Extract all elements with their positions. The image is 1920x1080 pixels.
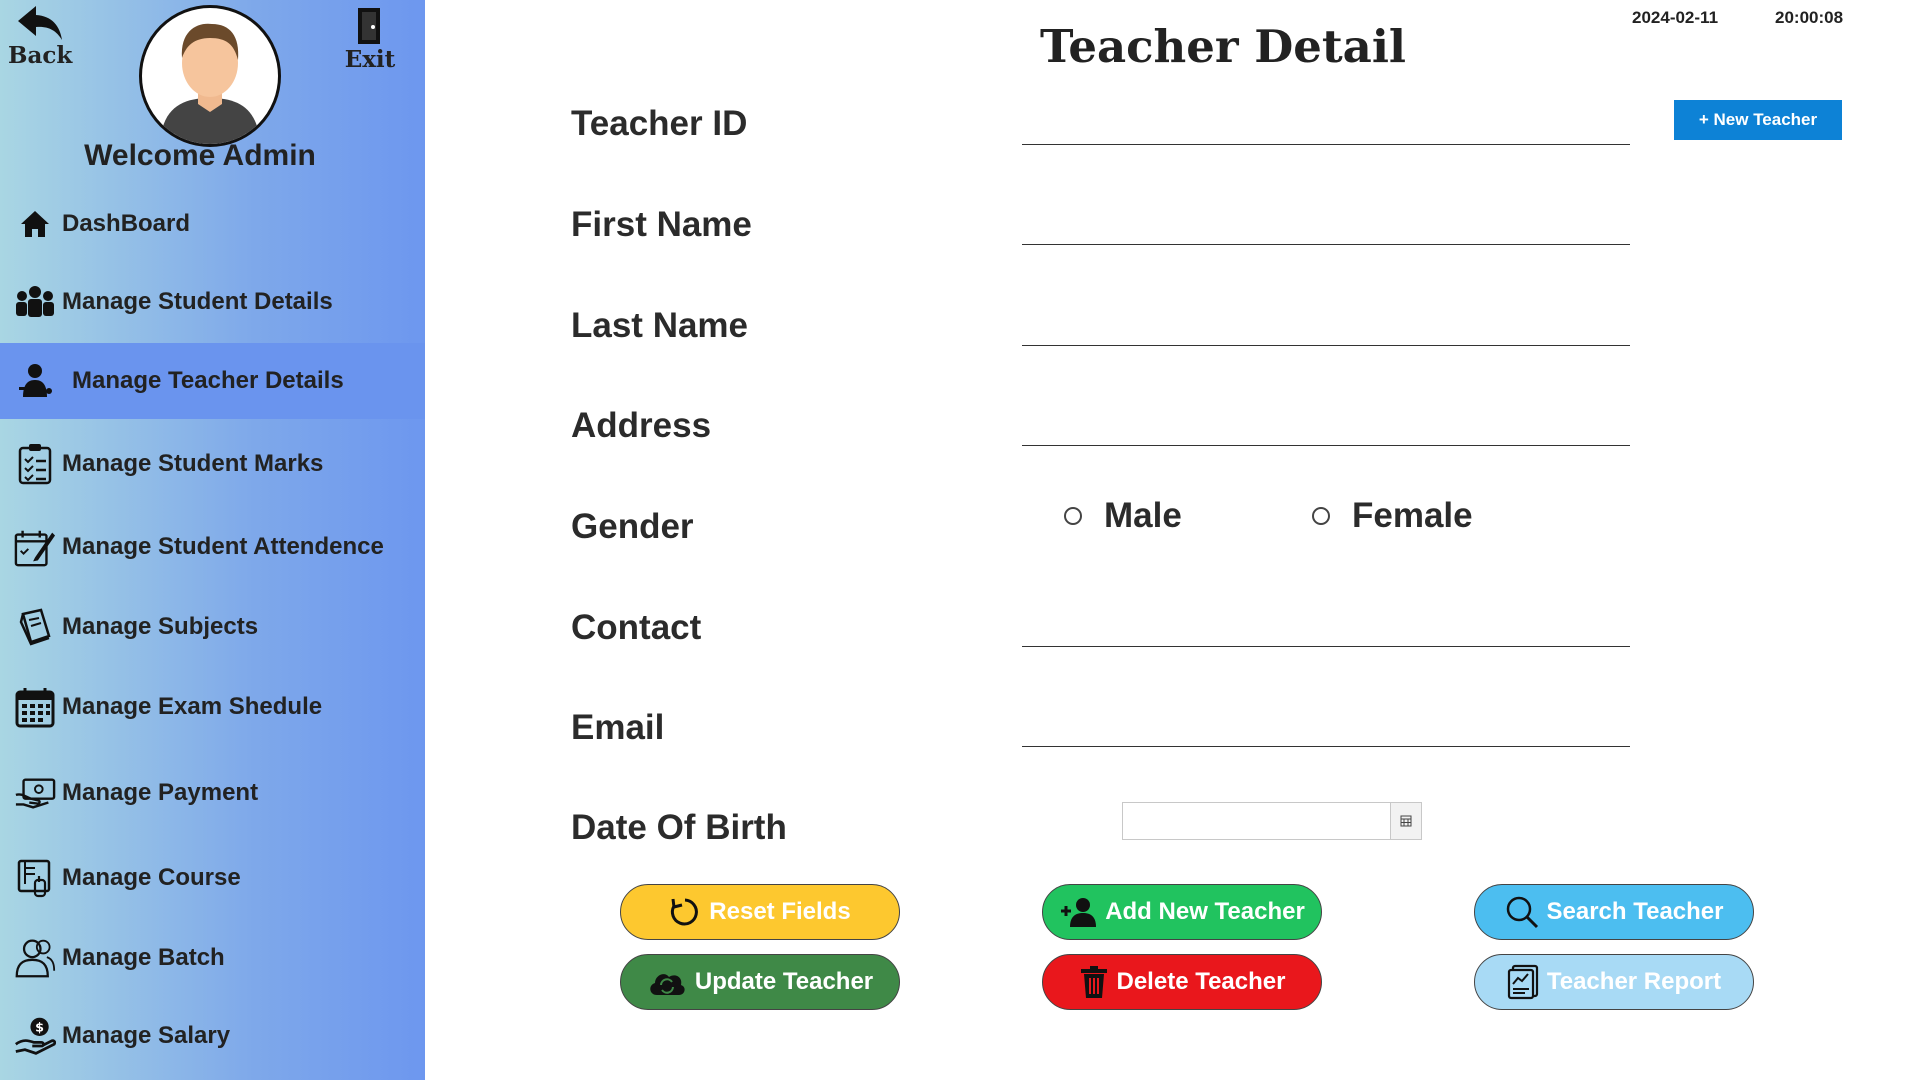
- update-teacher-label: Update Teacher: [694, 968, 874, 995]
- exit-label: Exit: [344, 46, 396, 73]
- sidebar-item-label: Manage Student Details: [62, 288, 333, 315]
- radio-circle: [1064, 507, 1082, 525]
- teacher-icon: [14, 360, 56, 402]
- refresh-icon: [671, 898, 699, 926]
- dob-date-picker[interactable]: [1122, 802, 1422, 841]
- admin-avatar: [139, 5, 281, 147]
- sidebar-item-label: Manage Student Marks: [62, 450, 324, 477]
- address-label: Address: [571, 406, 712, 445]
- sidebar-item-exam-schedule[interactable]: Manage Exam Shedule: [0, 669, 425, 745]
- back-button[interactable]: Back: [8, 4, 72, 69]
- calendar-icon: [14, 686, 56, 728]
- gender-male-radio[interactable]: Male: [1064, 496, 1182, 536]
- current-time: 20:00:08: [1775, 8, 1844, 27]
- calendar-dropdown-icon[interactable]: [1390, 803, 1421, 839]
- sidebar-item-label: Manage Batch: [62, 944, 225, 971]
- course-icon: [14, 857, 56, 899]
- contact-label: Contact: [571, 608, 702, 647]
- add-new-teacher-button[interactable]: Add New Teacher: [1042, 884, 1322, 940]
- sidebar-item-subjects[interactable]: Manage Subjects: [0, 589, 425, 665]
- sidebar-item-student-marks[interactable]: Manage Student Marks: [0, 426, 425, 502]
- search-teacher-button[interactable]: Search Teacher: [1474, 884, 1754, 940]
- last-name-label: Last Name: [571, 306, 749, 345]
- svg-text:$: $: [35, 1020, 44, 1035]
- delete-teacher-button[interactable]: Delete Teacher: [1042, 954, 1322, 1010]
- new-teacher-button[interactable]: + New Teacher: [1674, 100, 1842, 140]
- salary-icon: $: [14, 1015, 56, 1057]
- group-icon: [14, 281, 56, 323]
- delete-teacher-label: Delete Teacher: [1116, 968, 1286, 995]
- sidebar-item-label: Manage Subjects: [62, 613, 259, 640]
- email-input[interactable]: [1022, 700, 1630, 747]
- sidebar-item-label: Manage Course: [62, 864, 241, 891]
- sidebar-item-teacher-details[interactable]: Manage Teacher Details: [0, 343, 425, 419]
- contact-input[interactable]: [1022, 600, 1630, 647]
- payment-icon: [14, 772, 56, 814]
- teacher-report-button[interactable]: Teacher Report: [1474, 954, 1754, 1010]
- first-name-label: First Name: [571, 205, 752, 244]
- sidebar-item-salary[interactable]: $ Manage Salary: [0, 998, 425, 1074]
- back-label: Back: [8, 42, 73, 69]
- sidebar-item-label: Manage Student Attendence: [62, 533, 384, 560]
- gender-female-label: Female: [1352, 496, 1473, 535]
- reset-fields-button[interactable]: Reset Fields: [620, 884, 900, 940]
- checklist-icon: [14, 443, 56, 485]
- gender-male-label: Male: [1104, 496, 1182, 535]
- sidebar-item-payment[interactable]: Manage Payment: [0, 755, 425, 831]
- exit-door-icon: [358, 8, 380, 44]
- sidebar: Back Exit Welcome Admin DashBoard Manage…: [0, 0, 425, 1080]
- sidebar-item-dashboard[interactable]: DashBoard: [0, 186, 425, 262]
- sidebar-item-label: Manage Teacher Details: [72, 367, 344, 394]
- dob-label: Date Of Birth: [571, 808, 787, 847]
- users-icon: [14, 937, 56, 979]
- teacher-id-input[interactable]: [1022, 98, 1630, 145]
- welcome-text: Welcome Admin: [84, 139, 316, 172]
- sidebar-item-batch[interactable]: Manage Batch: [0, 920, 425, 996]
- cloud-sync-icon: [650, 974, 685, 995]
- home-icon: [14, 203, 56, 245]
- dob-input[interactable]: [1123, 803, 1395, 841]
- gender-label: Gender: [571, 507, 694, 546]
- email-label: Email: [571, 708, 665, 747]
- sidebar-item-student-details[interactable]: Manage Student Details: [0, 264, 425, 340]
- reset-fields-label: Reset Fields: [709, 898, 851, 925]
- first-name-input[interactable]: [1022, 198, 1630, 245]
- sidebar-item-label: Manage Salary: [62, 1022, 231, 1049]
- current-date: 2024-02-11: [1632, 8, 1719, 27]
- book-icon: [14, 606, 56, 648]
- search-teacher-label: Search Teacher: [1546, 898, 1724, 925]
- exit-button[interactable]: Exit: [340, 6, 400, 73]
- teacher-report-label: Teacher Report: [1546, 968, 1722, 995]
- sidebar-item-label: Manage Exam Shedule: [62, 693, 323, 720]
- last-name-input[interactable]: [1022, 299, 1630, 346]
- address-input[interactable]: [1022, 399, 1630, 446]
- add-user-icon: [1061, 898, 1097, 927]
- attendance-icon: [14, 526, 56, 568]
- sidebar-item-course[interactable]: Manage Course: [0, 840, 425, 916]
- sidebar-item-label: Manage Payment: [62, 779, 259, 806]
- trash-icon: [1080, 966, 1107, 998]
- back-arrow-icon: [18, 6, 62, 40]
- radio-circle: [1312, 507, 1330, 525]
- report-icon: [1507, 964, 1538, 1000]
- sidebar-item-attendance[interactable]: Manage Student Attendence: [0, 509, 425, 585]
- update-teacher-button[interactable]: Update Teacher: [620, 954, 900, 1010]
- teacher-id-label: Teacher ID: [571, 104, 748, 143]
- user-avatar-icon: [160, 23, 260, 144]
- search-icon: [1506, 896, 1538, 929]
- gender-female-radio[interactable]: Female: [1312, 496, 1473, 536]
- sidebar-item-label: DashBoard: [62, 210, 191, 237]
- page-title: Teacher Detail: [1040, 20, 1407, 73]
- add-new-teacher-label: Add New Teacher: [1105, 898, 1305, 925]
